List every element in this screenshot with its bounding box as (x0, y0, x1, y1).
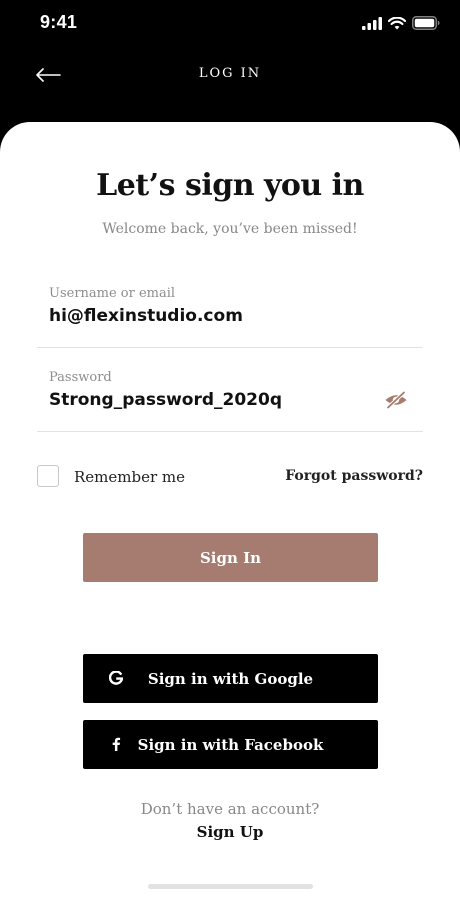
google-icon (107, 669, 125, 687)
password-field: Password (37, 370, 423, 432)
nav-header: LOG IN (0, 50, 460, 120)
login-card: Let’s sign you in Welcome back, you’ve b… (0, 122, 460, 900)
battery-icon (412, 15, 440, 34)
eye-off-icon (384, 390, 408, 413)
status-icons (362, 15, 440, 34)
sign-in-button[interactable]: Sign In (83, 533, 378, 582)
username-label: Username or email (49, 286, 176, 301)
home-indicator (148, 884, 313, 889)
remember-row: Remember me Forgot password? (37, 465, 423, 491)
username-input[interactable] (49, 306, 379, 326)
password-label: Password (49, 370, 112, 385)
status-bar: 9:41 (0, 0, 460, 50)
google-sign-in-button[interactable]: Sign in with Google (83, 654, 378, 703)
signal-icon (362, 15, 382, 34)
wifi-icon (387, 15, 407, 34)
status-time: 9:41 (40, 12, 78, 32)
facebook-icon (107, 735, 125, 753)
subtitle: Welcome back, you’ve been missed! (102, 221, 358, 237)
username-field: Username or email (37, 286, 423, 348)
facebook-sign-in-button[interactable]: Sign in with Facebook (83, 720, 378, 769)
signup-prompt: Don’t have an account? (140, 800, 320, 818)
password-visibility-toggle[interactable] (383, 390, 409, 413)
forgot-password-link[interactable]: Forgot password? (285, 468, 423, 484)
main-heading: Let’s sign you in (96, 168, 364, 203)
remember-me-checkbox[interactable] (37, 465, 59, 487)
page-title: LOG IN (198, 66, 262, 81)
remember-me-label[interactable]: Remember me (74, 468, 185, 486)
sign-up-link[interactable]: Sign Up (0, 823, 460, 841)
password-input[interactable] (49, 390, 379, 410)
google-sign-in-label: Sign in with Google (147, 669, 314, 688)
sign-in-label: Sign In (199, 548, 262, 567)
facebook-sign-in-label: Sign in with Facebook (137, 735, 324, 754)
